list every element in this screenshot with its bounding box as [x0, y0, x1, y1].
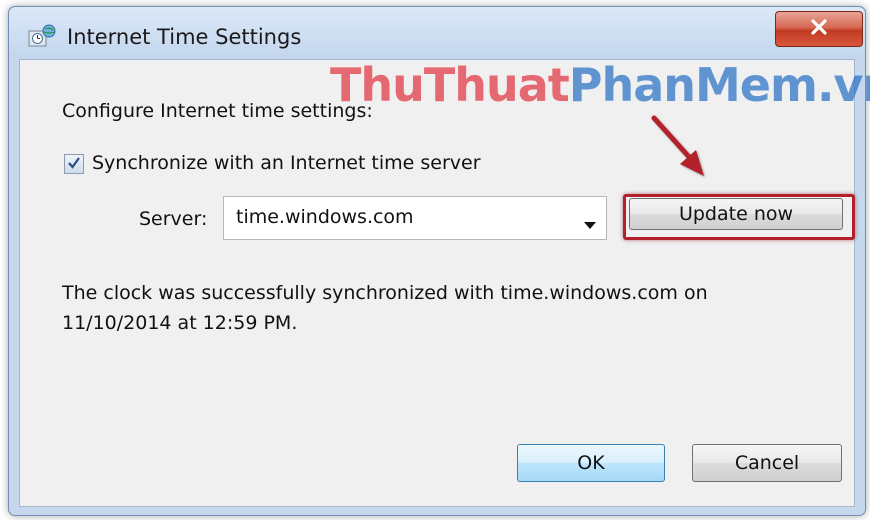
server-combobox[interactable]: time.windows.com [223, 196, 607, 240]
sync-checkbox-label[interactable]: Synchronize with an Internet time server [92, 152, 481, 174]
close-button[interactable] [775, 11, 863, 47]
watermark-logo: ThuThuatPhanMem.vn [330, 58, 870, 112]
checkmark-icon [67, 155, 81, 174]
sync-checkbox[interactable] [64, 154, 84, 174]
server-label: Server: [139, 208, 208, 230]
cancel-button[interactable]: Cancel [692, 444, 842, 482]
watermark-part2: PhanMem.vn [568, 58, 870, 112]
title-bar[interactable]: Internet Time Settings [9, 7, 865, 59]
dialog-content: Configure Internet time settings: Synchr… [19, 59, 855, 507]
ok-label: OK [577, 452, 605, 474]
close-icon [810, 19, 828, 39]
ok-button[interactable]: OK [517, 444, 665, 482]
settings-heading: Configure Internet time settings: [62, 100, 373, 122]
dropdown-arrow-icon[interactable] [584, 215, 596, 234]
status-text-line1: The clock was successfully synchronized … [62, 282, 708, 304]
server-value[interactable]: time.windows.com [236, 206, 414, 228]
watermark-part1: ThuThuat [330, 58, 570, 112]
cancel-label: Cancel [734, 452, 800, 474]
status-text-line2: 11/10/2014 at 12:59 PM. [62, 312, 298, 334]
window-title: Internet Time Settings [67, 25, 302, 49]
clock-globe-icon [27, 23, 57, 49]
highlight-annotation [623, 194, 855, 240]
red-arrow-annotation [651, 115, 704, 176]
